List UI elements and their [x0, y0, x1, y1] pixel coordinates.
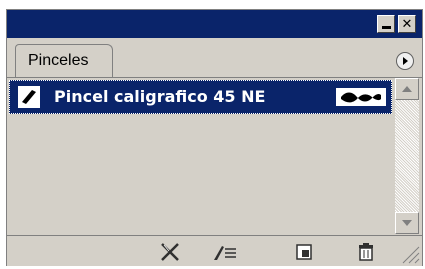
- arrow-up-icon: [402, 86, 412, 92]
- panel-menu-button[interactable]: [396, 52, 414, 70]
- minimize-button[interactable]: [377, 15, 395, 33]
- remove-brush-stroke-icon: [161, 243, 179, 261]
- remove-brush-stroke-button[interactable]: [157, 241, 183, 263]
- close-icon: ✕: [401, 16, 413, 32]
- delete-brush-icon: [359, 243, 373, 261]
- scroll-up-button[interactable]: [395, 78, 419, 100]
- close-button[interactable]: ✕: [398, 15, 416, 33]
- panel-toolbar: [7, 235, 422, 266]
- panel-title-bar[interactable]: ✕: [7, 10, 422, 38]
- panel-menu-arrow-icon: [403, 57, 408, 65]
- brush-options-icon: [214, 246, 236, 260]
- scroll-down-button[interactable]: [395, 212, 419, 234]
- minimize-icon: [381, 26, 391, 29]
- vertical-scrollbar[interactable]: [395, 78, 419, 234]
- resize-grip-icon[interactable]: [398, 242, 420, 264]
- brush-list: Pincel caligrafico 45 NE: [7, 78, 395, 234]
- delete-brush-button[interactable]: [353, 241, 379, 263]
- tab-label: Pinceles: [28, 52, 89, 69]
- calligraphic-brush-icon: [18, 86, 40, 108]
- scroll-track[interactable]: [395, 100, 419, 212]
- list-item[interactable]: Pincel caligrafico 45 NE: [9, 80, 392, 114]
- arrow-down-icon: [402, 220, 412, 226]
- new-brush-icon: [296, 244, 312, 260]
- brush-name: Pincel caligrafico 45 NE: [54, 87, 266, 106]
- tab-row: Pinceles: [7, 38, 422, 78]
- brushes-panel: ✕ Pinceles Pincel caligrafico 45 NE: [6, 9, 423, 266]
- brush-options-button[interactable]: [212, 241, 238, 263]
- stroke-preview-icon: [336, 88, 386, 106]
- new-brush-button[interactable]: [291, 241, 317, 263]
- tab-pinceles[interactable]: Pinceles: [15, 44, 113, 77]
